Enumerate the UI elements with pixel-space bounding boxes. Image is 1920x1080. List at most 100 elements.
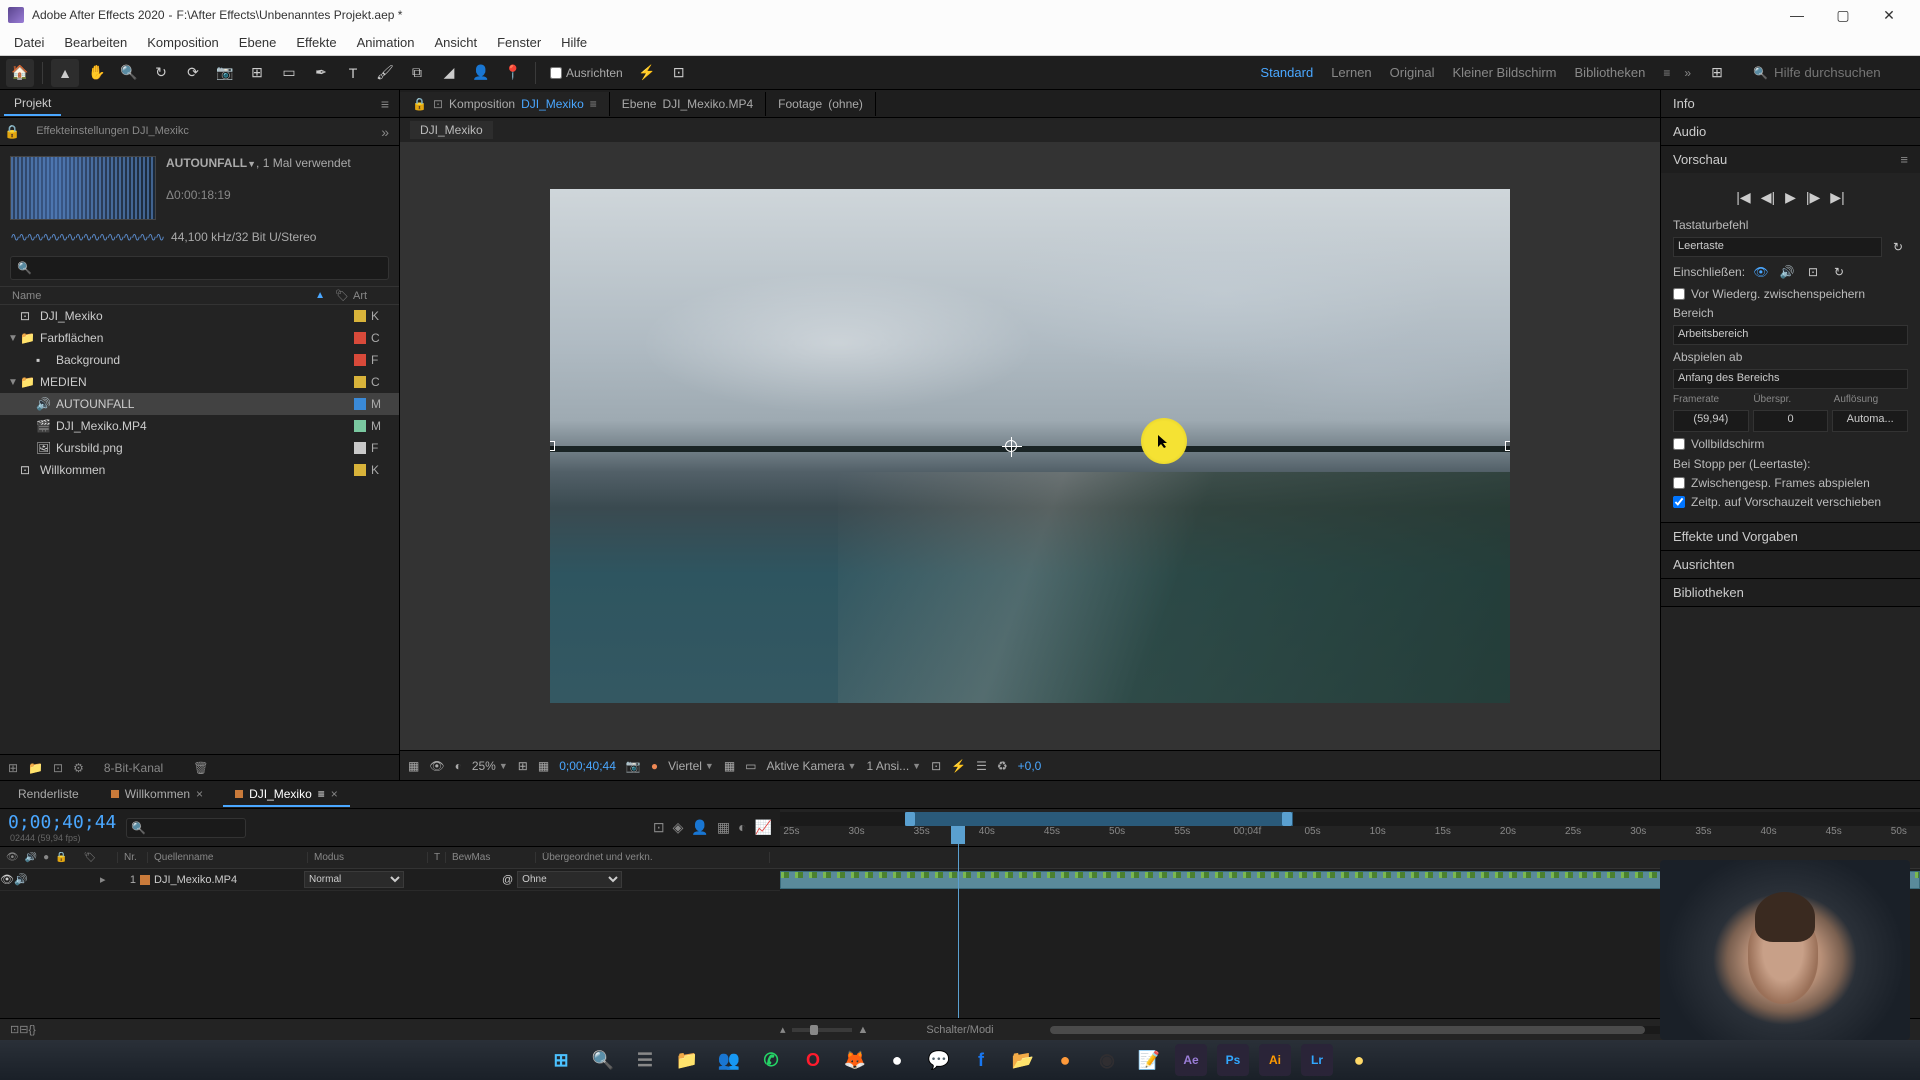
home-tool-icon[interactable]: 🏠 — [6, 59, 34, 87]
pickwhip-icon[interactable]: @ — [502, 874, 513, 886]
timecode[interactable]: 0;00;40;44 — [559, 759, 616, 773]
taskbar-teams-icon[interactable]: 👥 — [713, 1044, 745, 1076]
hide-shy-icon[interactable]: 👤 — [691, 819, 708, 836]
project-item[interactable]: 🎬DJI_Mexiko.MP4M — [0, 415, 399, 437]
region-icon[interactable]: ▭ — [745, 759, 756, 773]
cache-checkbox[interactable] — [1673, 288, 1685, 300]
newcomp-icon[interactable]: ⊡ — [53, 761, 63, 775]
exposure[interactable]: +0,0 — [1018, 759, 1042, 773]
alpha-toggle-icon[interactable]: ▦ — [408, 759, 419, 773]
type-tool-icon[interactable]: T — [339, 59, 367, 87]
col-type[interactable]: Art — [353, 290, 387, 302]
motion-blur-icon[interactable]: ◐ — [738, 819, 746, 836]
anchor-point-icon[interactable] — [1005, 440, 1017, 452]
eye-col-icon[interactable]: 👁 — [6, 852, 19, 863]
toggle-in-out-icon[interactable]: {} — [28, 1024, 35, 1036]
rotate-tool-icon[interactable]: ⟳ — [179, 59, 207, 87]
camera-tool-icon[interactable]: 📷 — [211, 59, 239, 87]
selection-tool-icon[interactable]: ▲ — [51, 59, 79, 87]
close-icon[interactable]: × — [331, 787, 338, 801]
preview-frame[interactable] — [550, 189, 1510, 703]
workspace-kleiner-bildschirm[interactable]: Kleiner Bildschirm — [1452, 65, 1556, 80]
col-trackmatte[interactable]: BewMas — [446, 852, 536, 863]
layer-color-swatch[interactable] — [140, 875, 150, 885]
help-search[interactable]: 🔍 — [1753, 65, 1914, 80]
lock-icon[interactable]: 🔒 — [4, 124, 20, 140]
project-item[interactable]: 🖼Kursbild.pngF — [0, 437, 399, 459]
switches-modes-toggle[interactable]: Schalter/Modi — [926, 1024, 993, 1036]
project-item[interactable]: ▼📁FarbflächenC — [0, 327, 399, 349]
first-frame-button[interactable]: |◀ — [1736, 189, 1750, 206]
taskbar-app2-icon[interactable]: ● — [1049, 1044, 1081, 1076]
taskbar-lr-icon[interactable]: Lr — [1301, 1044, 1333, 1076]
menu-ebene[interactable]: Ebene — [229, 32, 287, 53]
col-mode[interactable]: Modus — [308, 852, 428, 863]
clone-tool-icon[interactable]: ⧉ — [403, 59, 431, 87]
channel-icon[interactable]: 👁 — [429, 759, 444, 773]
menu-bearbeiten[interactable]: Bearbeiten — [54, 32, 137, 53]
layer-name[interactable]: DJI_Mexiko.MP4 — [154, 874, 304, 886]
frame-blend-icon[interactable]: ▦ — [717, 819, 730, 836]
taskbar-ps-icon[interactable]: Ps — [1217, 1044, 1249, 1076]
interpret-icon[interactable]: ⊞ — [8, 761, 18, 775]
snap-options-icon[interactable]: ⚡ — [633, 59, 661, 87]
taskbar-obs-icon[interactable]: ◉ — [1091, 1044, 1123, 1076]
audio-col-icon[interactable]: 🔊 — [25, 852, 37, 863]
shape-tool-icon[interactable]: ▭ — [275, 59, 303, 87]
zoom-in-icon[interactable]: ▲ — [858, 1024, 869, 1036]
time-ruler[interactable]: 25s30s35s40s45s50s55s00;04f05s10s15s20s2… — [780, 826, 1920, 844]
col-label-icon[interactable]: 🏷 — [331, 289, 353, 302]
project-tab[interactable]: Projekt — [4, 92, 61, 116]
next-frame-button[interactable]: |▶ — [1806, 189, 1820, 206]
comp-flow-icon[interactable]: ♻ — [997, 759, 1008, 773]
zoom-out-icon[interactable]: ▴ — [780, 1023, 786, 1036]
taskbar-app1-icon[interactable]: ● — [881, 1044, 913, 1076]
snap-grid-icon[interactable]: ⊡ — [665, 59, 693, 87]
settings-icon[interactable]: ⚙ — [73, 761, 84, 775]
libraries-panel-tab[interactable]: Bibliotheken — [1661, 579, 1920, 606]
layer-handle-left[interactable] — [550, 441, 555, 451]
lock-icon[interactable]: 🔒 — [412, 97, 427, 111]
video-include-icon[interactable]: 👁 — [1751, 262, 1771, 282]
panbehind-tool-icon[interactable]: ⊞ — [243, 59, 271, 87]
playfrom-dropdown[interactable]: Anfang des Bereichs — [1673, 369, 1908, 389]
skip-field[interactable]: 0 — [1753, 410, 1829, 432]
workspace-lernen[interactable]: Lernen — [1331, 65, 1371, 80]
comp-tab[interactable]: Footage(ohne) — [766, 92, 876, 116]
label-col-icon[interactable]: 🏷 — [84, 852, 97, 863]
pixel-aspect-icon[interactable]: ⊡ — [931, 759, 941, 773]
eraser-tool-icon[interactable]: ◢ — [435, 59, 463, 87]
project-item[interactable]: ▼📁MEDIENC — [0, 371, 399, 393]
layer-visibility-icon[interactable]: 👁 — [0, 873, 14, 886]
project-tree[interactable]: ⊡DJI_MexikoK▼📁FarbflächenC▪BackgroundF▼📁… — [0, 305, 399, 754]
col-nr[interactable]: Nr. — [118, 852, 148, 863]
col-parent[interactable]: Übergeordnet und verkn. — [536, 852, 770, 863]
hand-tool-icon[interactable]: ✋ — [83, 59, 111, 87]
guides-icon[interactable]: ▦ — [538, 759, 549, 773]
help-search-input[interactable] — [1774, 65, 1914, 80]
timeline-search[interactable]: 🔍 — [126, 818, 246, 838]
prev-frame-button[interactable]: ◀| — [1761, 189, 1775, 206]
project-item[interactable]: ▪BackgroundF — [0, 349, 399, 371]
window-minimize-button[interactable]: — — [1774, 0, 1820, 30]
framerate-field[interactable]: (59,94) — [1673, 410, 1749, 432]
mask-icon[interactable]: ◐ — [455, 759, 462, 773]
panel-menu-icon[interactable]: ≡ — [1900, 152, 1908, 167]
taskbar-whatsapp-icon[interactable]: ✆ — [755, 1044, 787, 1076]
playhead[interactable] — [951, 826, 965, 844]
taskbar-app3-icon[interactable]: ● — [1343, 1044, 1375, 1076]
taskbar-facebook-icon[interactable]: f — [965, 1044, 997, 1076]
reset-icon[interactable]: ↻ — [1888, 237, 1908, 257]
taskbar-messenger-icon[interactable]: 💬 — [923, 1044, 955, 1076]
timeline-tab[interactable]: Renderliste — [6, 783, 91, 807]
effects-panel-tab[interactable]: Effekte und Vorgaben — [1661, 523, 1920, 550]
layer-row[interactable]: 👁 🔊 ▸ 1 DJI_Mexiko.MP4 Normal @ Ohne — [0, 869, 780, 891]
zoom-tool-icon[interactable]: 🔍 — [115, 59, 143, 87]
puppet-tool-icon[interactable]: 📍 — [499, 59, 527, 87]
audio-panel-tab[interactable]: Audio — [1661, 118, 1920, 145]
color-mgmt-icon[interactable]: ● — [651, 759, 658, 773]
toggle-modes-icon[interactable]: ⊟ — [19, 1023, 28, 1036]
snap-checkbox[interactable]: Ausrichten — [550, 66, 623, 80]
taskbar-firefox-icon[interactable]: 🦊 — [839, 1044, 871, 1076]
taskbar-notepad-icon[interactable]: 📝 — [1133, 1044, 1165, 1076]
